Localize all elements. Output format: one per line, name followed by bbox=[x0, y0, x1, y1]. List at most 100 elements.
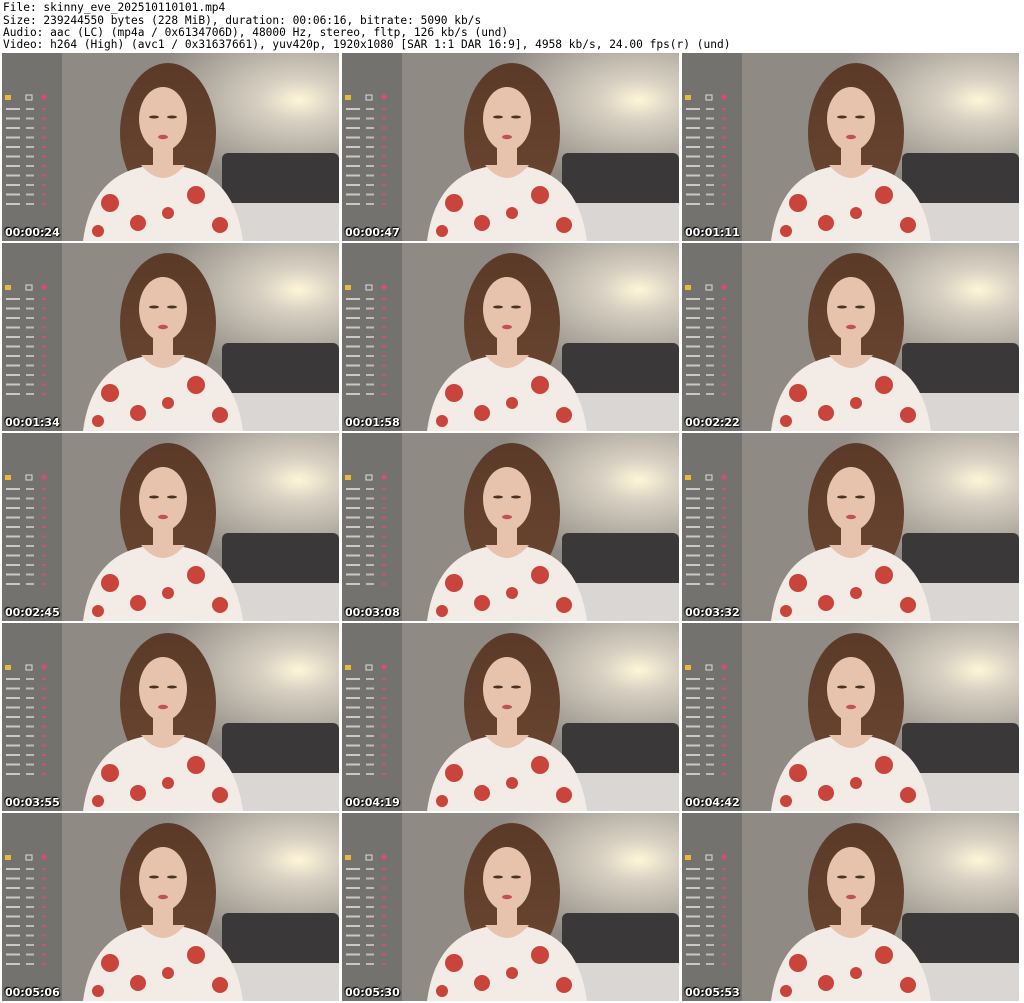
flower-print bbox=[818, 785, 834, 801]
flower-print bbox=[101, 574, 119, 592]
frame-image bbox=[2, 813, 339, 1001]
lips bbox=[502, 324, 512, 330]
flower-print bbox=[818, 595, 834, 611]
video-frame-thumbnail: 00:05:53 bbox=[682, 813, 1019, 1001]
flower-print bbox=[101, 384, 119, 402]
right-eye bbox=[167, 115, 177, 119]
neck bbox=[153, 145, 173, 167]
flower-print bbox=[436, 225, 448, 237]
left-eye bbox=[493, 495, 503, 499]
right-eye bbox=[511, 115, 521, 119]
flower-print bbox=[506, 587, 518, 599]
face bbox=[139, 657, 187, 721]
flower-print bbox=[436, 795, 448, 807]
neck bbox=[153, 335, 173, 357]
video-frame-thumbnail: 00:05:30 bbox=[342, 813, 679, 1001]
frame-image bbox=[682, 433, 1019, 621]
flower-print bbox=[875, 186, 893, 204]
flower-print bbox=[130, 405, 146, 421]
frame-image bbox=[2, 243, 339, 431]
frame-image bbox=[682, 243, 1019, 431]
lips bbox=[502, 704, 512, 710]
file-info-header: File: skinny_eve_202510110101.mp4 Size: … bbox=[0, 0, 1024, 52]
flower-print bbox=[92, 795, 104, 807]
flower-print bbox=[531, 566, 549, 584]
flower-print bbox=[92, 605, 104, 617]
flower-print bbox=[130, 785, 146, 801]
flower-print bbox=[474, 405, 490, 421]
flower-print bbox=[875, 376, 893, 394]
flower-print bbox=[780, 795, 792, 807]
lips bbox=[846, 894, 856, 900]
flower-print bbox=[187, 756, 205, 774]
flower-print bbox=[445, 384, 463, 402]
neck bbox=[497, 525, 517, 547]
lips bbox=[502, 514, 512, 520]
flower-print bbox=[850, 587, 862, 599]
video-frame-thumbnail: 00:03:32 bbox=[682, 433, 1019, 621]
flower-print bbox=[130, 975, 146, 991]
video-frame-thumbnail: 00:04:42 bbox=[682, 623, 1019, 811]
frame-image bbox=[342, 243, 679, 431]
frame-timestamp: 00:05:53 bbox=[685, 986, 740, 999]
lips bbox=[502, 134, 512, 140]
right-eye bbox=[511, 685, 521, 689]
lips bbox=[158, 704, 168, 710]
neck bbox=[497, 145, 517, 167]
flower-print bbox=[850, 777, 862, 789]
flower-print bbox=[474, 975, 490, 991]
face bbox=[827, 847, 875, 911]
video-frame-thumbnail: 00:02:22 bbox=[682, 243, 1019, 431]
left-eye bbox=[149, 685, 159, 689]
flower-print bbox=[162, 207, 174, 219]
flower-print bbox=[556, 787, 572, 803]
frame-timestamp: 00:01:34 bbox=[5, 416, 60, 429]
flower-print bbox=[556, 597, 572, 613]
flower-print bbox=[162, 777, 174, 789]
right-eye bbox=[511, 875, 521, 879]
flower-print bbox=[780, 415, 792, 427]
flower-print bbox=[212, 407, 228, 423]
neck bbox=[841, 335, 861, 357]
flower-print bbox=[187, 376, 205, 394]
flower-print bbox=[130, 215, 146, 231]
flower-print bbox=[436, 985, 448, 997]
frame-timestamp: 00:00:24 bbox=[5, 226, 60, 239]
right-eye bbox=[167, 685, 177, 689]
face bbox=[827, 277, 875, 341]
lips bbox=[846, 134, 856, 140]
frame-timestamp: 00:04:19 bbox=[345, 796, 400, 809]
left-eye bbox=[149, 115, 159, 119]
frame-image bbox=[342, 433, 679, 621]
flower-print bbox=[187, 566, 205, 584]
flower-print bbox=[780, 985, 792, 997]
lips bbox=[158, 134, 168, 140]
neck bbox=[153, 905, 173, 927]
face bbox=[827, 657, 875, 721]
right-eye bbox=[855, 685, 865, 689]
flower-print bbox=[474, 595, 490, 611]
right-eye bbox=[855, 115, 865, 119]
left-eye bbox=[837, 875, 847, 879]
left-eye bbox=[837, 305, 847, 309]
flower-print bbox=[445, 574, 463, 592]
frame-timestamp: 00:00:47 bbox=[345, 226, 400, 239]
frame-timestamp: 00:01:11 bbox=[685, 226, 740, 239]
flower-print bbox=[92, 415, 104, 427]
face bbox=[827, 87, 875, 151]
face bbox=[139, 277, 187, 341]
flower-print bbox=[187, 946, 205, 964]
frame-timestamp: 00:02:45 bbox=[5, 606, 60, 619]
flower-print bbox=[506, 777, 518, 789]
left-eye bbox=[149, 305, 159, 309]
right-eye bbox=[855, 495, 865, 499]
left-eye bbox=[493, 305, 503, 309]
right-eye bbox=[511, 495, 521, 499]
flower-print bbox=[212, 977, 228, 993]
face bbox=[483, 277, 531, 341]
flower-print bbox=[789, 954, 807, 972]
video-frame-thumbnail: 00:03:55 bbox=[2, 623, 339, 811]
flower-print bbox=[875, 756, 893, 774]
flower-print bbox=[900, 597, 916, 613]
left-eye bbox=[149, 875, 159, 879]
